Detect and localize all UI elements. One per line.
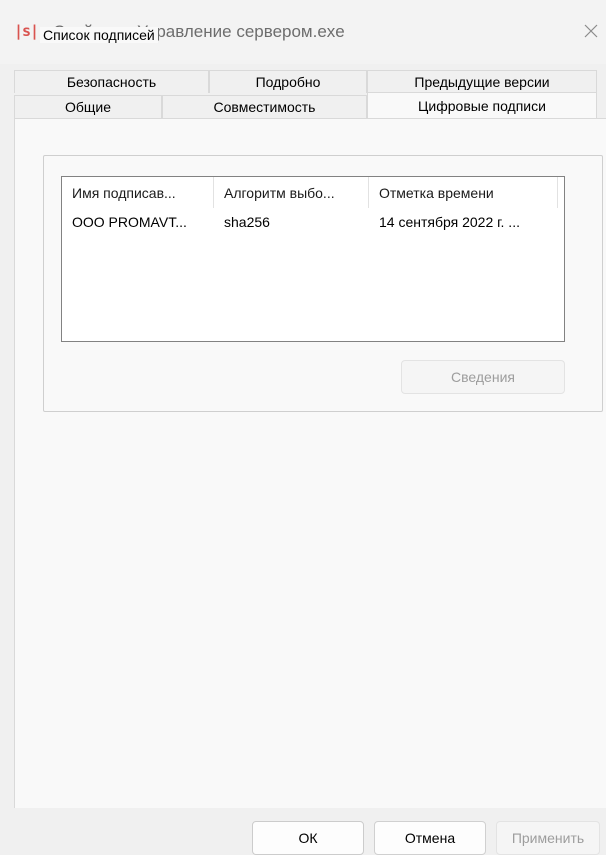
signer-name-cell: ООО PROMAVT... bbox=[72, 214, 187, 230]
digest-algorithm-cell: sha256 bbox=[224, 214, 270, 230]
close-icon bbox=[584, 24, 598, 38]
tab-previous-versions[interactable]: Предыдущие версии bbox=[367, 70, 597, 93]
tab-details[interactable]: Подробно bbox=[209, 70, 367, 93]
column-signer-name[interactable]: Имя подписав... bbox=[62, 177, 214, 208]
list-header: Имя подписав... Алгоритм выбо... Отметка… bbox=[62, 177, 564, 208]
ok-button[interactable]: ОК bbox=[252, 821, 364, 855]
tab-general[interactable]: Общие bbox=[14, 95, 162, 118]
cancel-button[interactable]: Отмена bbox=[374, 821, 486, 855]
timestamp-cell: 14 сентября 2022 г. ... bbox=[379, 214, 520, 230]
tab-digital-signatures[interactable]: Цифровые подписи bbox=[367, 92, 597, 119]
app-icon: |s| bbox=[14, 22, 39, 40]
column-timestamp[interactable]: Отметка времени bbox=[369, 177, 558, 208]
apply-button[interactable]: Применить bbox=[496, 821, 600, 855]
close-button[interactable] bbox=[576, 16, 606, 46]
signature-list[interactable]: Имя подписав... Алгоритм выбо... Отметка… bbox=[61, 176, 565, 342]
tab-security[interactable]: Безопасность bbox=[14, 70, 209, 93]
list-item[interactable]: ООО PROMAVT... sha256 14 сентября 2022 г… bbox=[62, 210, 564, 234]
column-digest-algorithm[interactable]: Алгоритм выбо... bbox=[214, 177, 369, 208]
signature-list-label: Список подписей bbox=[40, 27, 158, 43]
details-button[interactable]: Сведения bbox=[401, 360, 565, 394]
tab-compatibility[interactable]: Совместимость bbox=[162, 95, 367, 118]
